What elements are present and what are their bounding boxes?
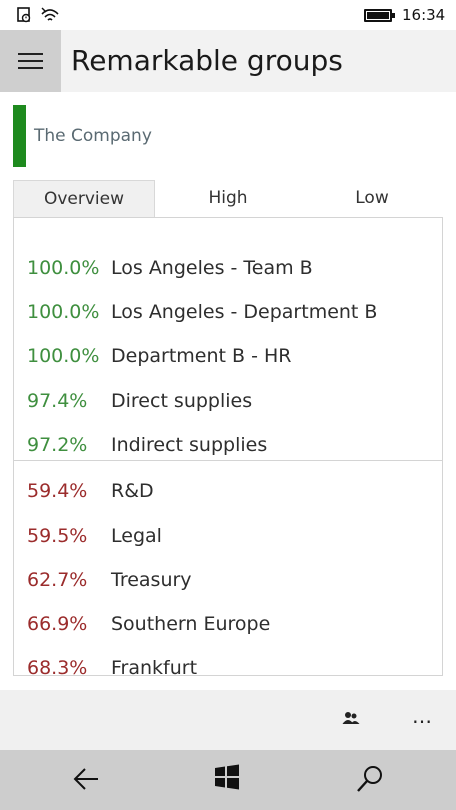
group-name: Legal bbox=[111, 525, 162, 547]
battery-icon bbox=[364, 9, 395, 22]
menu-button[interactable] bbox=[0, 30, 61, 92]
group-percentage: 68.3% bbox=[27, 657, 88, 675]
list-item[interactable]: 97.4% Direct supplies bbox=[27, 386, 252, 416]
company-selector[interactable]: The Company bbox=[13, 105, 152, 167]
windows-logo-icon bbox=[215, 764, 239, 790]
tab-strip: Overview High Low bbox=[13, 180, 443, 236]
high-groups-list[interactable]: 100.0% Los Angeles - Team B 100.0% Los A… bbox=[14, 218, 442, 459]
status-bar: 16:34 bbox=[0, 0, 456, 30]
app-header: Remarkable groups bbox=[0, 30, 456, 92]
company-name: The Company bbox=[34, 126, 152, 146]
group-percentage: 100.0% bbox=[27, 257, 100, 279]
status-icons bbox=[16, 6, 60, 24]
group-name: Frankfurt bbox=[111, 657, 198, 675]
group-name: Indirect supplies bbox=[111, 434, 268, 456]
list-item[interactable]: 100.0% Department B - HR bbox=[27, 341, 291, 371]
group-percentage: 62.7% bbox=[27, 569, 88, 591]
people-button[interactable] bbox=[342, 710, 360, 730]
back-button[interactable] bbox=[72, 764, 100, 798]
more-options-button[interactable]: … bbox=[412, 704, 434, 728]
group-name: Department B - HR bbox=[111, 345, 292, 367]
tab-overview[interactable]: Overview bbox=[13, 180, 155, 236]
wifi-icon bbox=[41, 7, 59, 21]
list-item[interactable]: 100.0% Los Angeles - Team B bbox=[27, 253, 313, 283]
search-button[interactable] bbox=[356, 764, 384, 798]
low-groups-list[interactable]: 59.4% R&D 59.5% Legal 62.7% Treasury 66.… bbox=[14, 460, 442, 675]
list-item[interactable]: 100.0% Los Angeles - Department B bbox=[27, 297, 377, 327]
overview-panel: 100.0% Los Angeles - Team B 100.0% Los A… bbox=[13, 217, 443, 676]
group-name: Southern Europe bbox=[111, 613, 271, 635]
group-percentage: 97.4% bbox=[27, 390, 88, 412]
clock: 16:34 bbox=[402, 6, 446, 24]
list-item[interactable]: 62.7% Treasury bbox=[27, 565, 192, 595]
list-item[interactable]: 59.5% Legal bbox=[27, 521, 162, 551]
group-percentage: 100.0% bbox=[27, 345, 100, 367]
group-name: Direct supplies bbox=[111, 390, 253, 412]
group-percentage: 100.0% bbox=[27, 301, 100, 323]
people-icon bbox=[342, 712, 360, 724]
group-name: Los Angeles - Team B bbox=[111, 257, 313, 279]
group-percentage: 66.9% bbox=[27, 613, 88, 635]
list-item[interactable]: 59.4% R&D bbox=[27, 476, 154, 506]
back-arrow-icon bbox=[73, 768, 98, 790]
system-nav-bar bbox=[0, 750, 456, 810]
search-icon bbox=[357, 766, 382, 792]
list-item[interactable]: 66.9% Southern Europe bbox=[27, 609, 270, 639]
group-percentage: 59.4% bbox=[27, 480, 88, 502]
group-name: Los Angeles - Department B bbox=[111, 301, 378, 323]
group-name: R&D bbox=[111, 480, 154, 502]
tab-low[interactable]: Low bbox=[301, 180, 443, 217]
command-bar: … bbox=[0, 690, 456, 750]
page-title: Remarkable groups bbox=[71, 44, 343, 77]
group-percentage: 97.2% bbox=[27, 434, 88, 456]
list-item[interactable]: 68.3% Frankfurt bbox=[27, 653, 197, 675]
list-item[interactable]: 97.2% Indirect supplies bbox=[27, 430, 267, 459]
hamburger-icon bbox=[18, 53, 43, 55]
start-button[interactable] bbox=[214, 764, 240, 794]
group-name: Treasury bbox=[111, 569, 192, 591]
notification-icon bbox=[17, 7, 31, 23]
company-color-bar bbox=[13, 105, 26, 167]
tab-high[interactable]: High bbox=[157, 180, 299, 217]
group-percentage: 59.5% bbox=[27, 525, 88, 547]
